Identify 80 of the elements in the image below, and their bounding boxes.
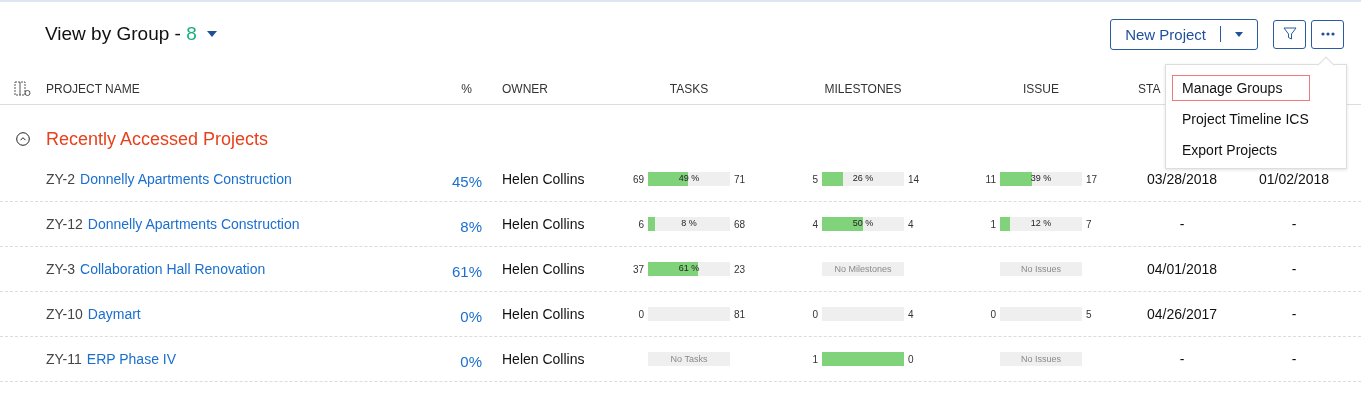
percent-text: 50 %	[852, 218, 874, 228]
project-link[interactable]: Daymart	[87, 306, 141, 322]
count-text: 71	[733, 173, 747, 185]
empty-bar: No Issues	[1000, 262, 1082, 276]
owner-name: Helen Collins	[501, 216, 586, 232]
count-text: 5	[1085, 308, 1093, 320]
end-date: -	[1291, 306, 1297, 322]
start-date: -	[1179, 351, 1185, 367]
percent-text: 0%	[460, 306, 482, 325]
project-id: ZY-12	[46, 216, 83, 232]
owner-name: Helen Collins	[501, 306, 586, 322]
project-link[interactable]: ERP Phase IV	[86, 351, 177, 367]
count-text: 0	[989, 308, 997, 320]
percent-text: 61%	[451, 261, 482, 280]
count-text: 4	[907, 308, 915, 320]
start-date: 03/28/2018	[1146, 171, 1218, 187]
project-id: ZY-11	[46, 351, 82, 367]
count-text: 4	[811, 218, 819, 230]
count-text: 7	[1085, 218, 1093, 230]
project-link[interactable]: Collaboration Hall Renovation	[80, 261, 266, 277]
more-button[interactable]	[1311, 19, 1344, 49]
percent-text: 8 %	[681, 218, 697, 228]
count-text: 69	[631, 173, 645, 185]
count-text: 37	[631, 263, 645, 275]
empty-bar: No Milestones	[822, 262, 904, 276]
empty-bar: No Issues	[1000, 352, 1082, 366]
start-date: 04/26/2017	[1146, 306, 1218, 322]
caret-icon[interactable]	[206, 31, 217, 37]
count-text: 4	[907, 218, 915, 230]
count-text: 23	[733, 263, 747, 275]
menu-item[interactable]: Export Projects	[1172, 137, 1310, 163]
count-text: 0	[907, 353, 915, 365]
column-header[interactable]: TASKS	[669, 82, 709, 96]
project-id: ZY-2	[46, 171, 76, 187]
count-text: 81	[733, 308, 747, 320]
column-header[interactable]: %	[461, 82, 482, 96]
count-text: 14	[907, 173, 921, 185]
count-text: 6	[637, 218, 645, 230]
owner-name: Helen Collins	[501, 171, 586, 187]
column-header[interactable]: STA	[1126, 82, 1161, 96]
end-date: -	[1291, 351, 1297, 367]
column-header[interactable]: PROJECT NAME	[46, 82, 140, 96]
start-date: -	[1179, 216, 1185, 232]
collapse-icon[interactable]	[16, 132, 30, 146]
column-header[interactable]: OWNER	[482, 82, 548, 96]
percent-text: 26 %	[852, 173, 874, 183]
end-date: -	[1291, 261, 1297, 277]
count-text: 1	[989, 218, 997, 230]
count-text: 17	[1085, 173, 1099, 185]
start-date: 04/01/2018	[1146, 261, 1218, 277]
end-date: -	[1291, 216, 1297, 232]
group-title: Recently Accessed Projects	[46, 128, 269, 150]
percent-text: 12 %	[1030, 218, 1052, 228]
menu-item[interactable]: Manage Groups	[1172, 75, 1310, 101]
count-text: 68	[733, 218, 747, 230]
count-text: 0	[811, 308, 819, 320]
owner-name: Helen Collins	[501, 351, 586, 367]
filter-button[interactable]	[1273, 19, 1306, 49]
percent-text: 45%	[451, 171, 482, 190]
project-link[interactable]: Donnelly Apartments Construction	[80, 171, 292, 187]
count-text: 11	[984, 173, 997, 185]
project-link[interactable]: Donnelly Apartments Construction	[87, 216, 300, 232]
column-settings-icon[interactable]	[14, 81, 32, 97]
owner-name: Helen Collins	[501, 261, 586, 277]
column-header[interactable]: ISSUE	[1023, 82, 1059, 96]
end-date: 01/02/2018	[1258, 171, 1330, 187]
menu-item[interactable]: Project Timeline ICS	[1172, 106, 1310, 132]
more-icon	[1320, 32, 1335, 36]
count-text: 1	[811, 353, 819, 365]
percent-text: 0%	[460, 351, 482, 370]
count-text: 5	[811, 173, 819, 185]
project-id: ZY-10	[46, 306, 83, 322]
view-title: View by Group - 8	[45, 23, 197, 45]
filter-icon	[1282, 27, 1297, 41]
project-id: ZY-3	[46, 261, 76, 277]
count-text: 0	[637, 308, 645, 320]
caret-icon[interactable]	[1235, 31, 1243, 37]
column-header[interactable]: MILESTONES	[824, 82, 902, 96]
percent-text: 8%	[460, 216, 482, 235]
empty-bar: No Tasks	[648, 352, 730, 366]
